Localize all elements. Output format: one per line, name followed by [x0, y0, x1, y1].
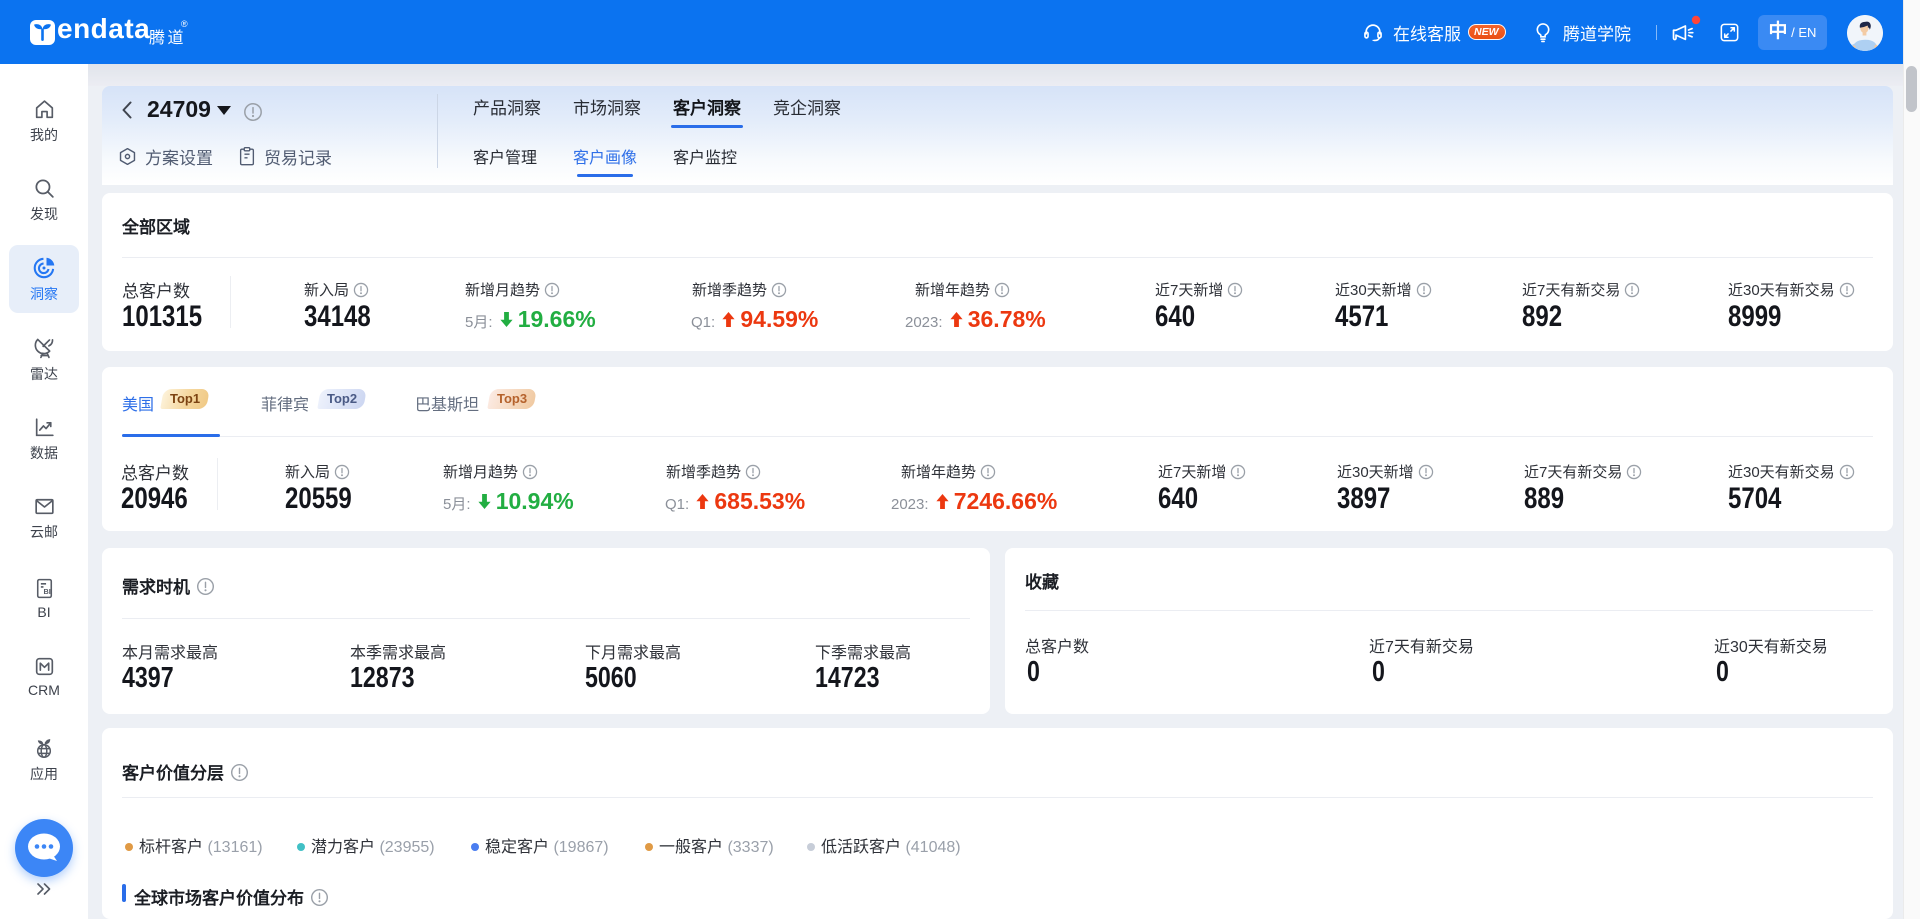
svg-text:BI: BI	[43, 587, 50, 596]
